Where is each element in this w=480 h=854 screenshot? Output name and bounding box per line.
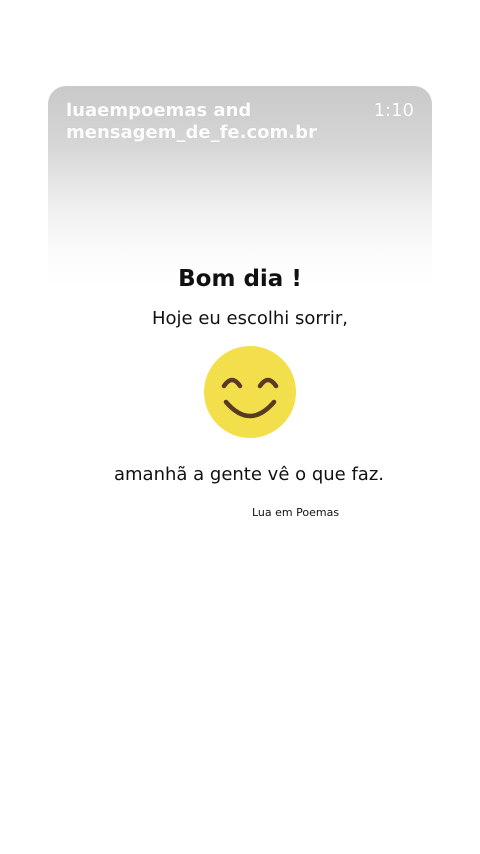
- smiling-face-icon: [204, 346, 296, 438]
- emoji-face: [204, 346, 296, 438]
- author-signature: Lua em Poemas: [252, 506, 340, 519]
- timestamp: 1:10: [373, 100, 414, 121]
- source-line-2: mensagem_de_fe.com.br: [66, 122, 317, 143]
- message-line-2: amanhã a gente vê o que faz.: [113, 464, 385, 485]
- source-line-1: luaempoemas and: [66, 100, 252, 121]
- card-header: luaempoemas and mensagem_de_fe.com.br 1:…: [66, 100, 414, 144]
- source-attribution: luaempoemas and mensagem_de_fe.com.br: [66, 100, 317, 144]
- message-line-1: Hoje eu escolhi sorrir,: [151, 308, 349, 329]
- greeting-title: Bom dia !: [178, 266, 302, 292]
- story-screen: luaempoemas and mensagem_de_fe.com.br 1:…: [0, 0, 480, 854]
